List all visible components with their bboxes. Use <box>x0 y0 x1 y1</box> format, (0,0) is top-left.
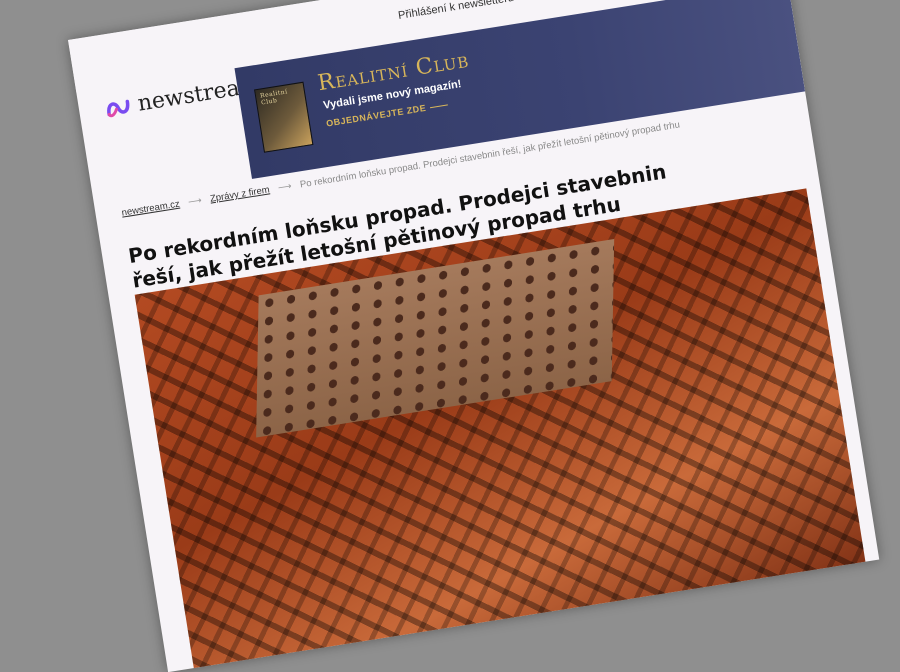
magazine-cover: Realitní Club <box>254 81 314 153</box>
social-links: t f ◎ ◉ <box>514 0 607 2</box>
newsletter-login-link[interactable]: Přihlášení k newsletteru <box>397 0 514 22</box>
breadcrumb-section[interactable]: Zprávy z firem <box>209 184 270 204</box>
logo-icon <box>107 99 130 117</box>
article-page: Přihlášení k newsletteru t f ◎ ◉ × newst… <box>68 0 880 672</box>
brick-image-detail <box>256 239 615 438</box>
arrow-right-icon <box>430 104 448 109</box>
arrow-right-icon: ⟶ <box>187 195 203 209</box>
magazine-cover-title: Realitní Club <box>259 88 289 107</box>
twitter-icon[interactable]: t <box>514 0 536 2</box>
breadcrumb-home[interactable]: newstream.cz <box>121 199 181 219</box>
arrow-right-icon: ⟶ <box>277 180 293 194</box>
